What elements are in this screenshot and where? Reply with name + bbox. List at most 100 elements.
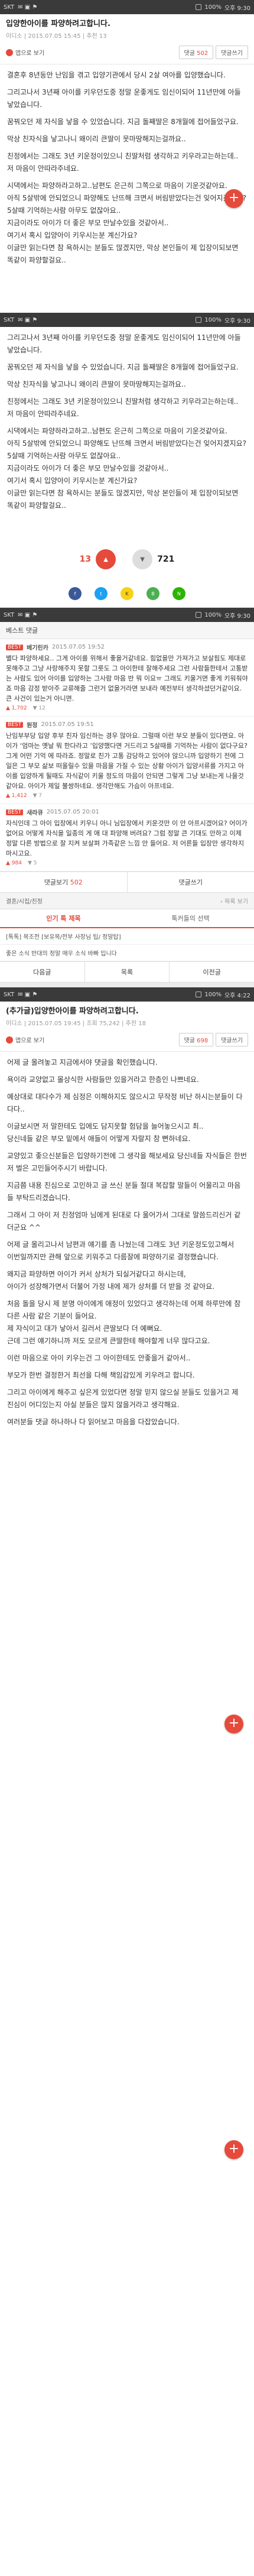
post-paragraph: 당신네들 같은 부모 밑에서 애들이 어떻게 자랄지 참 뻔하네요. [7,1135,191,1143]
status-bar: SKT ✉ ▣ ⚑ 100% 오후 4:22 [0,987,254,1002]
status-bar: SKT ✉ ▣ ⚑ 100% 오후 9:30 [0,0,254,14]
post-header: (추가글)입양한아이를 파양하려고합니다. 이디소 | 2015.07.05 1… [0,1002,254,1031]
tab-talker-choice[interactable]: 톡커들의 선택 [127,909,254,927]
post-views: 조회 75,242 [86,1020,120,1027]
best-comments-header: 베스트 댓글 [0,622,254,639]
hot-tabs: 인기 톡 제목 톡커들의 선택 [0,909,254,928]
write-comment-button[interactable]: 댓글쓰기 [126,872,254,892]
dislike-count: 7 [38,793,43,799]
next-post-button[interactable]: 이전글 [169,962,254,982]
comment-dislike[interactable]: ▼ 7 [33,793,43,799]
comment-dislike[interactable]: ▼ 12 [33,705,45,711]
post-action-bar: 앱으로 보기 댓글 502 댓글쓰기 [0,43,254,64]
carrier-label: SKT [4,316,15,323]
write-comment-label: 댓글쓰기 [178,879,203,886]
post-paragraph: 그리고나서 3년째 아이를 키우던도중 정말 운좋게도 임신이되어 11년만에 … [7,88,241,109]
app-view-button[interactable]: 앱으로 보기 [6,48,44,57]
view-comments-count: 502 [70,879,83,886]
carrier-label: SKT [4,611,15,618]
comment-like[interactable]: ▲ 1,412 [6,793,27,799]
oppose-button[interactable]: ▼721반대 [132,549,174,569]
carrier-label: SKT [4,4,15,11]
comment-like[interactable]: ▲ 984 [6,860,22,866]
post-author: 이디소 [6,33,22,40]
comment-button[interactable]: 댓글 502 [178,46,214,59]
share-band-icon[interactable]: B [146,587,159,600]
clock-label: 오후 9:30 [224,613,250,620]
tab-hot-title[interactable]: 인기 톡 제목 [0,909,127,927]
wifi-icon [196,612,202,618]
wifi-icon [196,991,202,997]
like-count: 1,702 [11,705,27,711]
post-paragraph: 지금이라도 아이가 더 좋은 부모 만날수있을 것같아서.. [7,219,169,227]
comment-text: 난임부부당 입양 후부 친자 임신하는 경우 많아요. 그럴때 이런 부모 분들… [6,732,248,790]
post-meta: 이디소 | 2015.07.05 19:45 | 조회 75,242 | 추천 … [6,1020,146,1027]
dislike-count: 12 [38,705,45,711]
app-view-label: 앱으로 보기 [15,50,45,57]
post-paragraph: 5살때 기억하는사람 아무도 없잖아요.. [7,452,121,460]
post-paragraph: 어제 글 올리고나서 남편과 얘기를 좀 나눴는데 그래도 3년 키운정도있고해… [7,1240,235,1249]
post-date: 2015.07.05 19:45 [28,1020,81,1027]
post-paragraph: 저 마음이 안따라주네요. [7,410,79,418]
post-paragraph: 처음 돌을 당시 제 분명 아이에게 애정이 있었다고 생각하는데 어제 하루만… [7,1300,241,1320]
category-label[interactable]: 결혼/시집/친정 [6,896,43,905]
share-facebook-icon[interactable]: f [69,587,82,600]
comment-text: 별다 파양하세요.. 그게 아이를 위해서 좋을거같네요. 힘없을만 가져가고 … [6,654,248,702]
best-badge: BEST [6,809,24,815]
like-count: 1,412 [11,793,27,799]
like-count: 984 [11,860,22,866]
comment-label: 댓글 [184,50,195,57]
list-button[interactable]: 목록 [84,962,170,982]
view-comments-button[interactable]: 댓글보기 502 [0,872,127,892]
comment-nick: 베기린카 [27,645,48,652]
hot-list-item[interactable]: 좋은 소식 반대의 정말 매우 소식 바빠 입니다 [0,945,254,961]
hot-list-item[interactable]: [톡톡] 목조전 [보유목/전부 사장님 팁/ 정말탑] [0,928,254,945]
app-view-button[interactable]: 앱으로 보기 [6,1035,44,1044]
post-paragraph: 막상 친자식을 낳고나니 왜이리 큰딸이 못마땅해지는걸까요.. [7,135,186,143]
comment-item: BEST 새라큐 2015.07.05 20:01 자식인데 그 아이 입장에서 키… [0,804,254,871]
prev-post-button[interactable]: 다음글 [0,962,84,982]
post-paragraph: 욕이라 교양없고 몰상식한 사람들만 있을거라고 한층인 나쁘네요. [7,1075,199,1084]
comment-dislike[interactable]: ▼ 5 [28,860,37,866]
post-title: 입양한아이를 파양하려고합니다. [6,20,110,28]
post-paragraph: 저 마음이 안따라주네요. [7,164,79,173]
post-paragraph: 이번일까지만 관해 앞으로 키워주고 다름잘에 파양하기로 결정했습니다. [7,1253,219,1261]
comment-item: BEST 원정 2015.07.05 19:51 난임부부당 입양 후부 친자 임신… [0,717,254,804]
comment-text: 자식인데 그 아이 입장에서 키우니 아니 님입장에서 키운것만 이 안 아프시… [6,819,248,857]
recommend-button[interactable]: 13▲추천 [80,549,116,569]
comment-like[interactable]: ▲ 1,702 [6,705,27,711]
post-paragraph: 결혼후 8년동안 난임을 겪고 입양기관에서 당시 2살 여아를 입양했습니다. [7,71,226,79]
post-paragraph: 막상 친자식을 낳고나니 왜이리 큰딸이 못마땅해지는걸까요.. [7,380,186,388]
notification-icons: ✉ ▣ ⚑ [18,316,38,323]
write-comment-label: 댓글쓰기 [221,50,243,57]
share-kakao-icon[interactable]: K [121,587,133,600]
post-paragraph: 근데 그런 얘기하니까 저도 모르게 큰딸한테 해야할게 너무 많다고요. [7,1337,210,1345]
post-paragraph: 여기서 혹시 입양아이 키우시는분 계신가요? [7,477,138,485]
post-paragraph: 이런 마음으로 아이 키우는건 그 아이한테도 안좋을거 같아서.. [7,1354,191,1362]
comment-button[interactable]: 댓글 698 [178,1033,214,1046]
floating-add-button[interactable]: + [224,2140,243,2159]
post-action-bar: 앱으로 보기 댓글 698 댓글쓰기 [0,1031,254,1052]
best-badge: BEST [6,721,24,728]
share-naver-icon[interactable]: N [172,587,185,600]
app-icon [6,1036,13,1044]
comment-nav-row: 댓글보기 502 댓글쓰기 [0,871,254,893]
share-twitter-icon[interactable]: t [95,587,108,600]
battery-label: 100% [204,4,222,11]
post-paragraph: 아직 5살밖에 안되었으니 파양해도 난뜨해 크면서 버림받았다는건 잊어지겠지… [7,194,247,202]
notification-icons: ✉ ▣ ⚑ [18,4,38,11]
post-paragraph: 5살때 기억하는사람 아무도 없잖아요.. [7,206,121,215]
floating-add-button[interactable]: + [224,189,243,208]
best-badge: BEST [6,644,24,650]
clock-label: 오후 4:22 [224,992,250,999]
post-body: 결혼후 8년동안 난임을 겪고 입양기관에서 당시 2살 여아를 입양했습니다.… [0,64,254,313]
write-comment-button[interactable]: 댓글쓰기 [216,46,248,59]
write-comment-button[interactable]: 댓글쓰기 [216,1033,248,1046]
post-paragraph: 아이가 성장해가면서 더불어 가정 내에 제가 상처를 더 받을 것 같아요. [7,1282,215,1291]
floating-add-button[interactable]: + [224,1715,243,1733]
notification-icons: ✉ ▣ ⚑ [18,611,38,618]
list-link[interactable]: › 목록 보기 [220,896,248,905]
post-paragraph: 지금이라도 아이가 더 좋은 부모 만날수있을 것같아서.. [7,464,169,472]
recommend-count: 13 [79,555,92,564]
post-header: 입양한아이를 파양하려고합니다. 이디소 | 2015.07.05 15:45 … [0,14,254,43]
